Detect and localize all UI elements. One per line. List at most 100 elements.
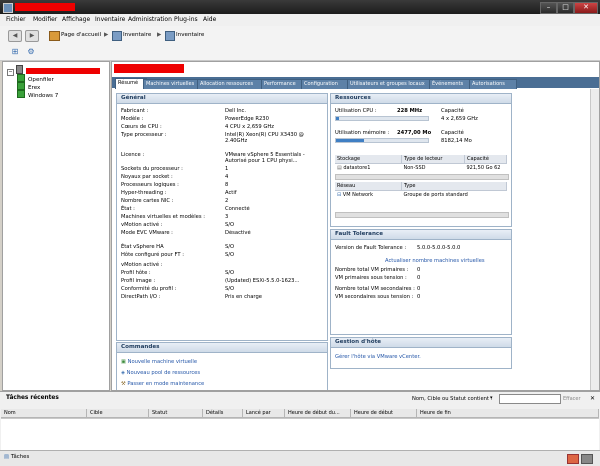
clear-filter-button[interactable]: Effacer [563, 396, 581, 402]
command-label: Nouvelle machine virtuelle [127, 359, 198, 365]
datastore-name: datastore1 [343, 165, 371, 171]
general-label: Noyaux par socket : [121, 174, 173, 180]
task-col-target[interactable]: Cible [87, 409, 149, 418]
maintenance-command[interactable]: ⚒ Passer en mode maintenance [121, 381, 204, 387]
network-col-type[interactable]: Type [401, 182, 507, 191]
new-pool-command[interactable]: ◈ Nouveau pool de ressources [121, 370, 200, 376]
ft-label: Nombre total VM primaires : [335, 267, 409, 273]
tree-vm[interactable]: Windows 7 [17, 90, 58, 99]
tab-performance[interactable]: Performance [261, 79, 305, 89]
cpu-usage-bar [335, 116, 429, 121]
task-col-name[interactable]: Nom [1, 409, 87, 418]
general-label: Profil hôte : [121, 270, 151, 276]
cpu-capacity-value: 4 x 2,659 GHz [441, 116, 478, 122]
host-management-panel: Gestion d'hôte Gérer l'hôte via VMware v… [330, 337, 512, 369]
breadcrumb-inventory[interactable]: Inventaire [123, 32, 151, 38]
memory-value: 2477,00 Mo [397, 130, 432, 136]
tasks-icon: ▤ [4, 454, 10, 460]
task-col-requested-start[interactable]: Heure de début du... [285, 409, 351, 418]
status-bar: ▤ Tâches [0, 450, 600, 466]
menu-fichier[interactable]: Fichier [6, 16, 26, 23]
tree-vm[interactable]: Erex [17, 82, 40, 91]
minimize-button[interactable]: – [540, 2, 557, 14]
task-col-start-time[interactable]: Heure de début [351, 409, 417, 418]
new-vm-icon[interactable]: ⊞ [10, 47, 20, 57]
menu-aide[interactable]: Aide [203, 16, 216, 23]
back-button[interactable]: ◀ [8, 30, 22, 42]
tab-permissions[interactable]: Autorisations [469, 79, 517, 89]
general-label: vMotion activé : [121, 262, 163, 268]
task-list [1, 418, 599, 450]
ft-value: 0 [417, 275, 421, 281]
storage-col-type[interactable]: Type de lecteur [401, 155, 465, 164]
general-label: Nombre cartes NIC : [121, 198, 174, 204]
main-panel: Résumé Machines virtuelles Allocation re… [111, 61, 600, 391]
general-value: S/O [225, 252, 235, 258]
fault-tolerance-header: Fault Tolerance [331, 230, 511, 240]
forward-button[interactable]: ▶ [25, 30, 39, 42]
tab-vms[interactable]: Machines virtuelles [143, 79, 201, 89]
maximize-button[interactable]: □ [557, 2, 574, 14]
manage-via-vcenter-link[interactable]: Gérer l'hôte via VMware vCenter. [335, 354, 421, 360]
tree-vm[interactable]: Openfiler [17, 74, 54, 83]
tab-allocation[interactable]: Allocation ressources [197, 79, 265, 89]
storage-scrollbar[interactable] [335, 174, 509, 180]
ft-value: 0 [417, 267, 421, 273]
close-icon[interactable]: ✕ [590, 395, 595, 402]
tasks-status-button[interactable]: ▤ Tâches [4, 454, 29, 460]
general-value: 4 [225, 174, 229, 180]
content-scrollbar[interactable] [590, 89, 599, 390]
new-pool-icon[interactable]: ⚙ [26, 47, 36, 57]
task-col-details[interactable]: Détails [203, 409, 243, 418]
general-label: Profil image : [121, 278, 156, 284]
capacity-value: 921,50 Go [466, 165, 493, 171]
tab-users[interactable]: Utilisateurs et groupes locaux [347, 79, 433, 89]
app-icon [3, 3, 13, 13]
tab-configuration[interactable]: Configuration [301, 79, 351, 89]
task-col-end-time[interactable]: Heure de fin [417, 409, 599, 418]
general-label: Conformité du profil : [121, 286, 177, 292]
menu-affichage[interactable]: Affichage [62, 16, 90, 23]
cpu-capacity-label: Capacité [441, 108, 464, 114]
storage-table: Stockage Type de lecteur Capacité ▤ data… [335, 155, 507, 172]
network-scrollbar[interactable] [335, 212, 509, 218]
alarm-icon[interactable] [567, 454, 579, 464]
storage-col-name[interactable]: Stockage [335, 155, 402, 164]
menu-modifier[interactable]: Modifier [33, 16, 57, 23]
new-vm-icon: ▣ [121, 359, 126, 365]
task-filter-input[interactable] [499, 394, 561, 404]
ft-value: 0 [417, 286, 421, 292]
task-col-status[interactable]: Statut [149, 409, 203, 418]
tree-host[interactable]: − [7, 65, 100, 76]
tab-events[interactable]: Événements [429, 79, 473, 89]
close-button[interactable]: ✕ [574, 2, 598, 14]
task-col-initiated-by[interactable]: Lancé par [243, 409, 285, 418]
recent-tasks-pane: Tâches récentes Nom, Cible ou Statut con… [0, 391, 600, 450]
recent-tasks-title: Tâches récentes [6, 395, 59, 401]
general-value: S/O [225, 244, 235, 250]
summary-content: Général Fabricant : Dell Inc. Modèle : Powe… [112, 89, 599, 390]
cpu-value: 228 MHz [397, 108, 423, 114]
general-label: Type processeur : [121, 132, 167, 138]
general-value: Désactivé [225, 230, 251, 236]
storage-col-capacity[interactable]: Capacité [464, 155, 507, 164]
refresh-vm-count-link[interactable]: Actualiser nombre machines virtuelles [385, 258, 485, 264]
menu-plugins[interactable]: Plug-ins [174, 16, 198, 23]
general-value: PowerEdge R230 [225, 116, 269, 122]
table-row[interactable]: ▤ datastore1 Non-SSD 921,50 Go 62 [335, 164, 507, 173]
collapse-icon[interactable]: − [7, 69, 14, 76]
breadcrumb-home[interactable]: Page d'accueil [61, 32, 101, 38]
general-value: S/O [225, 222, 235, 228]
chevron-down-icon[interactable]: ▾ [490, 395, 493, 401]
capacity-extra: 62 [494, 165, 501, 171]
new-vm-command[interactable]: ▣ Nouvelle machine virtuelle [121, 359, 197, 365]
table-row[interactable]: ⊟ VM Network Groupe de ports standard [335, 191, 507, 200]
general-value: Pris en charge [225, 294, 262, 300]
network-col-name[interactable]: Réseau [335, 182, 402, 191]
menu-administration[interactable]: Administration [128, 16, 172, 23]
menu-inventaire[interactable]: Inventaire [95, 16, 125, 23]
breadcrumb-inventory-current[interactable]: Inventaire [176, 32, 204, 38]
network-type-cell: Groupe de ports standard [403, 192, 468, 198]
ft-version-label: Version de Fault Tolerance : [335, 245, 407, 251]
command-label: Nouveau pool de ressources [126, 370, 201, 376]
